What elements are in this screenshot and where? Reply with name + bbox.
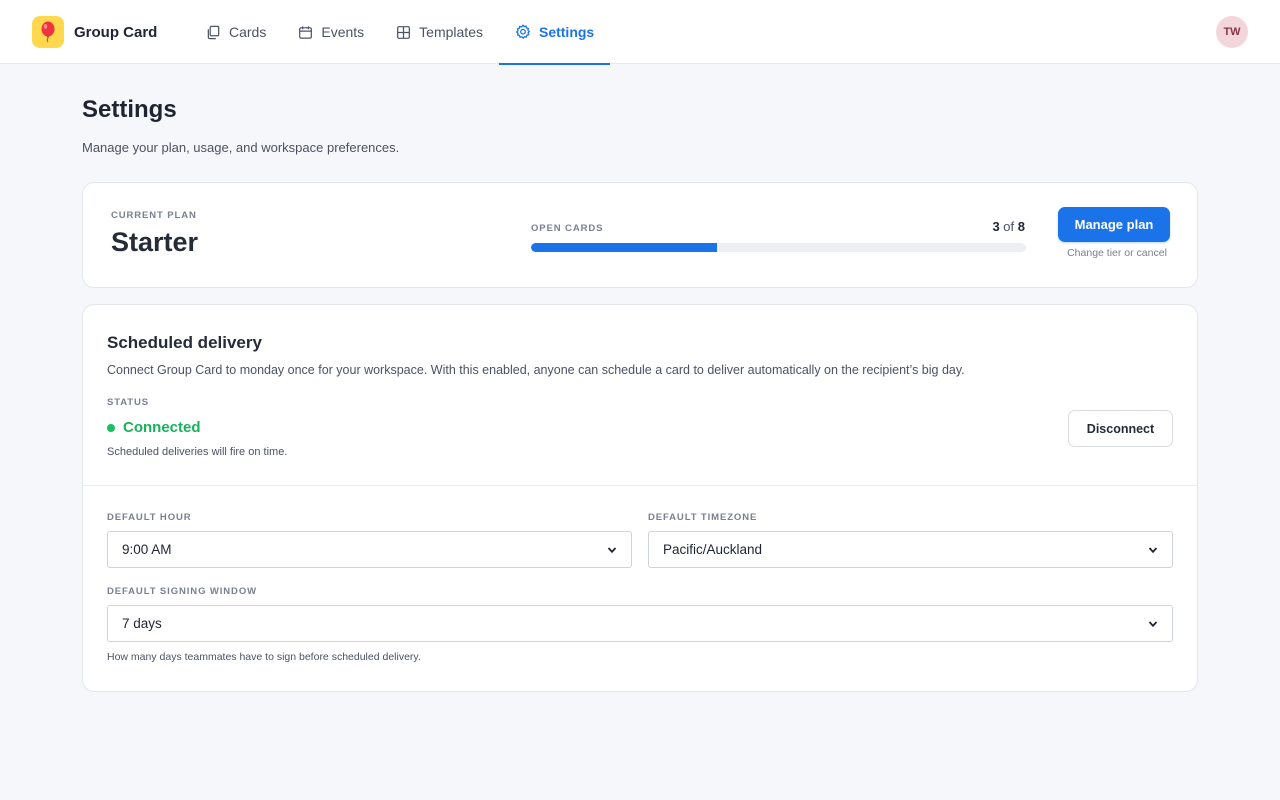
- default-hour-select[interactable]: 9:00 AM: [107, 531, 632, 568]
- status-label: STATUS: [107, 397, 149, 408]
- default-timezone-label: DEFAULT TIMEZONE: [648, 512, 758, 523]
- main-nav: Cards Events Templates Settings: [190, 0, 611, 65]
- open-cards-label: OPEN CARDS: [531, 223, 604, 234]
- usage-progress-bar: [531, 243, 1026, 252]
- nav-label: Templates: [419, 24, 483, 40]
- balloon-logo-icon: [32, 16, 64, 48]
- nav-item-events[interactable]: Events: [282, 0, 380, 64]
- calendar-icon: [299, 25, 313, 39]
- signing-window-hint: How many days teammates have to sign bef…: [107, 651, 421, 663]
- section-description: Connect Group Card to monday once for yo…: [107, 363, 965, 377]
- nav-label: Cards: [229, 24, 267, 40]
- select-value: 7 days: [122, 616, 162, 631]
- grid-icon: [397, 25, 411, 39]
- manage-plan-hint: Change tier or cancel: [1067, 247, 1167, 259]
- top-navigation-bar: Group Card Cards Events Templates Settin…: [0, 0, 1280, 65]
- gear-icon: [515, 24, 531, 40]
- nav-item-templates[interactable]: Templates: [380, 0, 499, 64]
- cards-icon: [207, 25, 220, 39]
- usage-count: 3 of 8: [992, 219, 1025, 234]
- nav-label: Events: [321, 24, 365, 40]
- default-timezone-select[interactable]: Pacific/Auckland: [648, 531, 1173, 568]
- chevron-down-icon: [607, 546, 617, 553]
- nav-label: Settings: [538, 24, 595, 40]
- select-value: Pacific/Auckland: [663, 542, 763, 557]
- signing-window-label: DEFAULT SIGNING WINDOW: [107, 586, 257, 597]
- app-name: Group Card: [74, 23, 158, 41]
- select-value: 9:00 AM: [122, 542, 172, 557]
- chevron-down-icon: [1148, 620, 1158, 627]
- brand[interactable]: Group Card: [32, 16, 157, 48]
- nav-item-cards[interactable]: Cards: [190, 0, 282, 64]
- section-title: Scheduled delivery: [107, 333, 262, 352]
- usage-progress-fill: [531, 243, 717, 252]
- status-text: Connected: [123, 419, 201, 436]
- signing-window-select[interactable]: 7 days: [107, 605, 1173, 642]
- usage-used: 3: [992, 219, 1000, 234]
- manage-plan-button[interactable]: Manage plan: [1058, 207, 1170, 242]
- status-indicator: Connected: [107, 419, 201, 436]
- status-dot-icon: [107, 423, 115, 432]
- page-subtitle: Manage your plan, usage, and workspace p…: [82, 140, 400, 155]
- user-avatar[interactable]: TW: [1216, 16, 1248, 48]
- status-note: Scheduled deliveries will fire on time.: [107, 446, 288, 458]
- divider: [83, 485, 1197, 486]
- chevron-down-icon: [1148, 546, 1158, 553]
- usage-limit: 8: [1017, 219, 1025, 234]
- default-hour-label: DEFAULT HOUR: [107, 512, 192, 523]
- nav-item-settings[interactable]: Settings: [498, 0, 611, 65]
- scheduled-delivery-card: Scheduled delivery Connect Group Card to…: [82, 304, 1198, 692]
- plan-card: CURRENT PLAN Starter OPEN CARDS 3 of 8 M…: [82, 182, 1198, 288]
- plan-name: Starter: [111, 227, 199, 257]
- page-title: Settings: [82, 96, 177, 123]
- current-plan-label: CURRENT PLAN: [111, 210, 197, 221]
- usage-of: of: [1003, 219, 1015, 234]
- disconnect-button[interactable]: Disconnect: [1068, 410, 1173, 447]
